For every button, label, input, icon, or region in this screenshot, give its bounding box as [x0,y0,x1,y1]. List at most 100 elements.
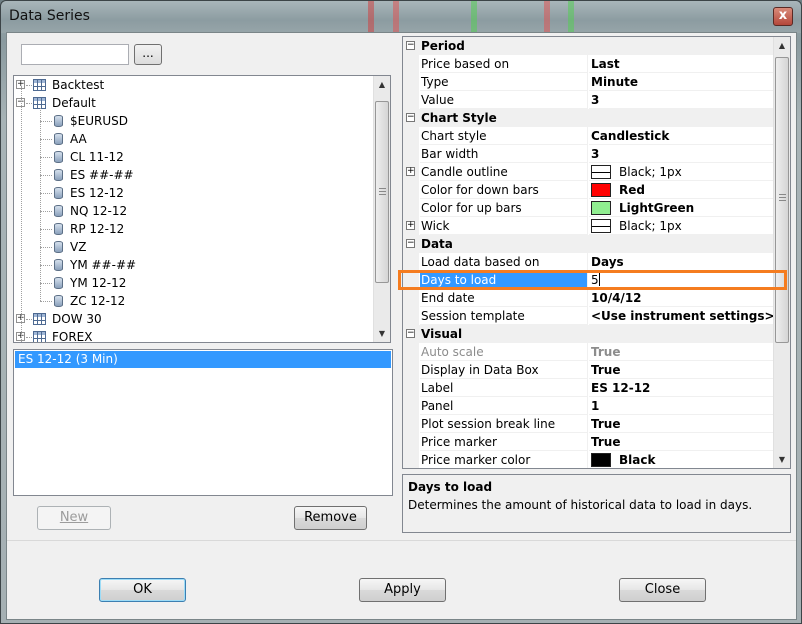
instrument-search-input[interactable] [21,44,129,65]
property-value[interactable]: ES 12-12 [589,379,773,397]
property-row-price-marker-color[interactable]: Price marker color Black [403,451,773,468]
remove-button[interactable]: Remove [294,506,367,530]
category-data[interactable]: − Data [403,235,773,253]
scroll-up-icon[interactable]: ▲ [774,37,790,54]
property-row-auto-scale[interactable]: Auto scale True [403,343,773,361]
tree-instrument[interactable]: $EURUSD [14,112,370,130]
scroll-down-icon[interactable]: ▼ [374,325,390,342]
property-value[interactable]: 3 [589,91,773,109]
tree-instrument[interactable]: ZC 12-12 [14,292,370,310]
tree-instrument[interactable]: AA [14,130,370,148]
category-period[interactable]: − Period [403,37,773,55]
property-value[interactable]: True [589,343,773,361]
property-row-color-for-down-bars[interactable]: Color for down bars Red [403,181,773,199]
property-value[interactable]: Black [589,451,773,468]
tree-instrument[interactable]: RP 12-12 [14,220,370,238]
tree-instrument[interactable]: VZ [14,238,370,256]
property-row-plot-session-break-line[interactable]: Plot session break line True [403,415,773,433]
new-button[interactable]: New [37,506,111,530]
property-value[interactable]: True [589,361,773,379]
series-list-item[interactable]: ES 12-12 (3 Min) [15,351,391,368]
expand-icon[interactable]: + [406,167,415,176]
tree-instrument[interactable]: YM 12-12 [14,274,370,292]
background-chart-stripe [471,1,477,33]
tree-instrument[interactable]: CL 11-12 [14,148,370,166]
property-value[interactable]: Red [589,181,773,199]
tree-folder[interactable]: + Backtest [14,76,370,94]
expand-icon[interactable]: + [406,221,415,230]
ok-button[interactable]: OK [99,578,186,602]
property-description-panel: Days to load Determines the amount of hi… [402,474,791,533]
property-value[interactable]: 1 [589,397,773,415]
property-value[interactable]: Black; 1px [589,163,773,181]
tree-folder[interactable]: − Default [14,94,370,112]
remove-button-label: Remove [304,510,357,525]
collapse-icon[interactable]: − [406,239,415,248]
property-value-text: Minute [591,75,639,89]
tree-item-label: VZ [70,240,87,254]
description-text: Determines the amount of historical data… [408,498,753,512]
tree-instrument[interactable]: ES 12-12 [14,184,370,202]
close-button[interactable]: Close [619,578,706,602]
tree-item-label: ES ##-## [70,168,134,182]
property-value[interactable]: LightGreen [589,199,773,217]
database-icon [54,277,63,289]
property-row-session-template[interactable]: Session template <Use instrument settings… [403,307,773,325]
property-scroll-thumb[interactable] [775,57,789,343]
property-scrollbar[interactable]: ▲ ▼ [773,37,790,468]
property-row-type[interactable]: Type Minute [403,73,773,91]
window-close-button[interactable]: x [773,7,793,26]
database-icon [54,205,63,217]
collapse-icon[interactable]: − [406,329,415,338]
property-grid[interactable]: − Period Price based on Last Type Minute Value… [402,36,791,469]
property-value[interactable]: Minute [589,73,773,91]
property-row-color-for-up-bars[interactable]: Color for up bars LightGreen [403,199,773,217]
property-row-wick[interactable]: + Wick Black; 1px [403,217,773,235]
title-bar[interactable]: Data Series x [1,1,801,33]
scroll-up-icon[interactable]: ▲ [374,76,390,93]
property-row-price-marker[interactable]: Price marker True [403,433,773,451]
property-row-bar-width[interactable]: Bar width 3 [403,145,773,163]
property-value[interactable]: Black; 1px [589,217,773,235]
tree-item-label: DOW 30 [52,312,102,326]
property-row-price-based-on[interactable]: Price based on Last [403,55,773,73]
category-visual[interactable]: − Visual [403,325,773,343]
property-value[interactable]: True [589,433,773,451]
property-value[interactable]: True [589,415,773,433]
tree-instrument[interactable]: ES ##-## [14,166,370,184]
property-row-label[interactable]: Label ES 12-12 [403,379,773,397]
property-value[interactable]: Candlestick [589,127,773,145]
property-value[interactable]: Last [589,55,773,73]
instrument-tree[interactable]: + Backtest − Default $EURUSD AA CL 11-12 ES ##-… [13,75,391,343]
tree-item-label: ZC 12-12 [70,294,126,308]
property-row-end-date[interactable]: End date 10/4/12 [403,289,773,307]
property-row-chart-style[interactable]: Chart style Candlestick [403,127,773,145]
series-list[interactable]: ES 12-12 (3 Min) [13,349,393,496]
collapse-icon[interactable]: − [406,113,415,122]
browse-button[interactable]: ... [134,44,162,65]
tree-instrument[interactable]: NQ 12-12 [14,202,370,220]
property-value[interactable]: 10/4/12 [589,289,773,307]
property-name: Wick [420,217,588,235]
property-value[interactable]: <Use instrument settings> [589,307,773,325]
tree-folder[interactable]: + DOW 30 [14,310,370,328]
property-value[interactable]: Days [589,253,773,271]
close-icon: x [778,8,788,23]
apply-button[interactable]: Apply [359,578,446,602]
property-value[interactable]: 3 [589,145,773,163]
property-row-candle-outline[interactable]: + Candle outline Black; 1px [403,163,773,181]
tree-item-label: NQ 12-12 [70,204,128,218]
property-value-text: 3 [591,147,600,161]
tree-scroll-thumb[interactable] [375,101,389,283]
tree-folder[interactable]: + FOREX [14,328,370,342]
collapse-icon[interactable]: − [406,41,415,50]
category-chart-style[interactable]: − Chart Style [403,109,773,127]
property-row-load-data-based-on[interactable]: Load data based on Days [403,253,773,271]
property-row-panel[interactable]: Panel 1 [403,397,773,415]
tree-scrollbar[interactable]: ▲ ▼ [373,76,390,342]
tree-instrument[interactable]: YM ##-## [14,256,370,274]
property-row-value[interactable]: Value 3 [403,91,773,109]
window-title: Data Series [9,8,90,24]
property-row-display-in-data-box[interactable]: Display in Data Box True [403,361,773,379]
scroll-down-icon[interactable]: ▼ [774,451,790,468]
